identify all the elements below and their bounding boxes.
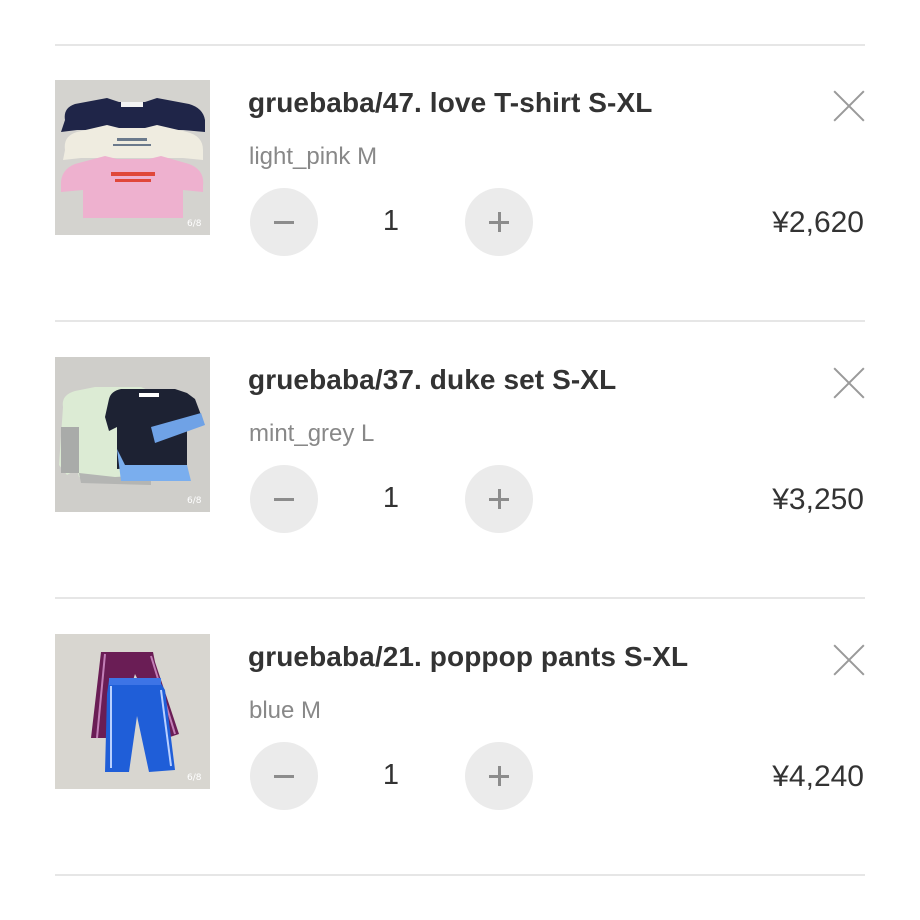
product-thumbnail[interactable]: 6/8 bbox=[55, 80, 210, 235]
divider bbox=[55, 874, 865, 876]
thumbnail-badge: 6/8 bbox=[187, 496, 202, 506]
item-price: ¥3,250 bbox=[772, 483, 864, 516]
product-thumbnail[interactable]: 6/8 bbox=[55, 634, 210, 789]
tshirts-photo: 6/8 bbox=[55, 80, 210, 235]
close-icon[interactable] bbox=[832, 89, 866, 123]
product-thumbnail[interactable]: 6/8 bbox=[55, 357, 210, 512]
duke-set-photo: 6/8 bbox=[55, 357, 210, 512]
cart-item: 6/8 gruebaba/37. duke set S-XL mint_grey… bbox=[0, 322, 920, 598]
decrease-quantity-button[interactable] bbox=[250, 465, 318, 533]
minus-icon bbox=[274, 775, 294, 778]
thumbnail-badge: 6/8 bbox=[187, 773, 202, 783]
close-icon[interactable] bbox=[832, 366, 866, 400]
item-price: ¥2,620 bbox=[772, 206, 864, 239]
plus-icon bbox=[489, 766, 509, 786]
quantity-value: 1 bbox=[382, 482, 400, 514]
increase-quantity-button[interactable] bbox=[465, 742, 533, 810]
product-option: light_pink M bbox=[249, 143, 378, 170]
product-option: blue M bbox=[249, 697, 322, 724]
product-option: mint_grey L bbox=[249, 420, 375, 447]
item-price: ¥4,240 bbox=[772, 760, 864, 793]
minus-icon bbox=[274, 498, 294, 501]
quantity-value: 1 bbox=[382, 759, 400, 791]
cart-page: 6/8 gruebaba/47. love T-shirt S-XL light… bbox=[0, 0, 920, 920]
cart-item: 6/8 gruebaba/47. love T-shirt S-XL light… bbox=[0, 45, 920, 321]
product-title[interactable]: gruebaba/47. love T-shirt S-XL bbox=[248, 87, 652, 119]
poppop-pants-photo: 6/8 bbox=[55, 634, 210, 789]
thumbnail-badge: 6/8 bbox=[187, 219, 202, 229]
product-title[interactable]: gruebaba/37. duke set S-XL bbox=[248, 364, 616, 396]
cart-item: 6/8 gruebaba/21. poppop pants S-XL blue … bbox=[0, 599, 920, 875]
quantity-value: 1 bbox=[382, 205, 400, 237]
minus-icon bbox=[274, 221, 294, 224]
plus-icon bbox=[489, 489, 509, 509]
plus-icon bbox=[489, 212, 509, 232]
close-icon[interactable] bbox=[832, 643, 866, 677]
increase-quantity-button[interactable] bbox=[465, 188, 533, 256]
decrease-quantity-button[interactable] bbox=[250, 188, 318, 256]
decrease-quantity-button[interactable] bbox=[250, 742, 318, 810]
product-title[interactable]: gruebaba/21. poppop pants S-XL bbox=[248, 641, 688, 673]
increase-quantity-button[interactable] bbox=[465, 465, 533, 533]
